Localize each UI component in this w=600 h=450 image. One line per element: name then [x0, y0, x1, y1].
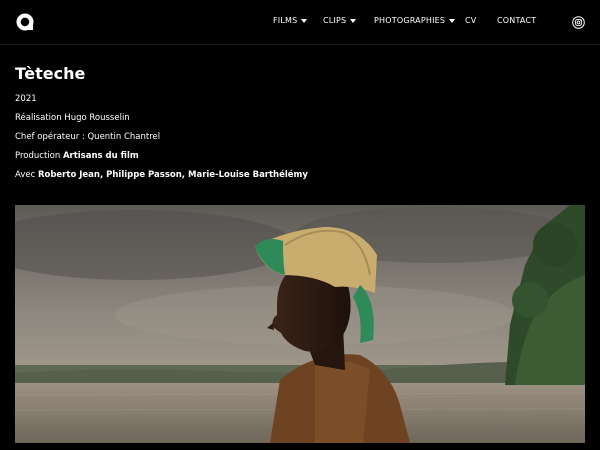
- nav-item-label: CONTACT: [497, 16, 537, 25]
- cast-label: Avec: [15, 170, 36, 180]
- nav-item-contact[interactable]: CONTACT: [497, 16, 536, 25]
- site-header: FILMS CLIPS PHOTOGRAPHIES CV CONTACT: [0, 0, 600, 45]
- nav-item-cv[interactable]: CV: [465, 16, 476, 25]
- production-label: Production: [15, 151, 61, 161]
- film-still: [15, 205, 585, 443]
- production-value: Artisans du film: [62, 151, 139, 161]
- caret-down-icon: [350, 18, 357, 23]
- logo-icon[interactable]: [16, 13, 34, 31]
- caret-down-icon: [301, 18, 308, 23]
- nav-item-clips[interactable]: CLIPS: [323, 16, 357, 25]
- film-director: Réalisation Hugo Rousselin: [15, 113, 130, 123]
- nav-item-label: CLIPS: [323, 16, 347, 25]
- caret-down-icon: [449, 18, 456, 23]
- nav-item-label: FILMS: [273, 16, 298, 25]
- instagram-icon[interactable]: [572, 16, 585, 29]
- film-year: 2021: [15, 94, 37, 104]
- cast-value: Roberto Jean, Philippe Passon, Marie-Lou…: [37, 170, 308, 180]
- film-dop: Chef opérateur : Quentin Chantrel: [15, 132, 161, 142]
- nav-item-films[interactable]: FILMS: [273, 16, 308, 25]
- film-still-image: [15, 205, 585, 443]
- nav-item-label: PHOTOGRAPHIES: [374, 16, 446, 25]
- page-title: Tèteche: [15, 64, 86, 83]
- film-production: Production Artisans du film: [15, 151, 139, 161]
- nav-item-photographies[interactable]: PHOTOGRAPHIES: [374, 16, 456, 25]
- nav-item-label: CV: [465, 16, 477, 25]
- film-cast: Avec Roberto Jean, Philippe Passon, Mari…: [15, 170, 308, 180]
